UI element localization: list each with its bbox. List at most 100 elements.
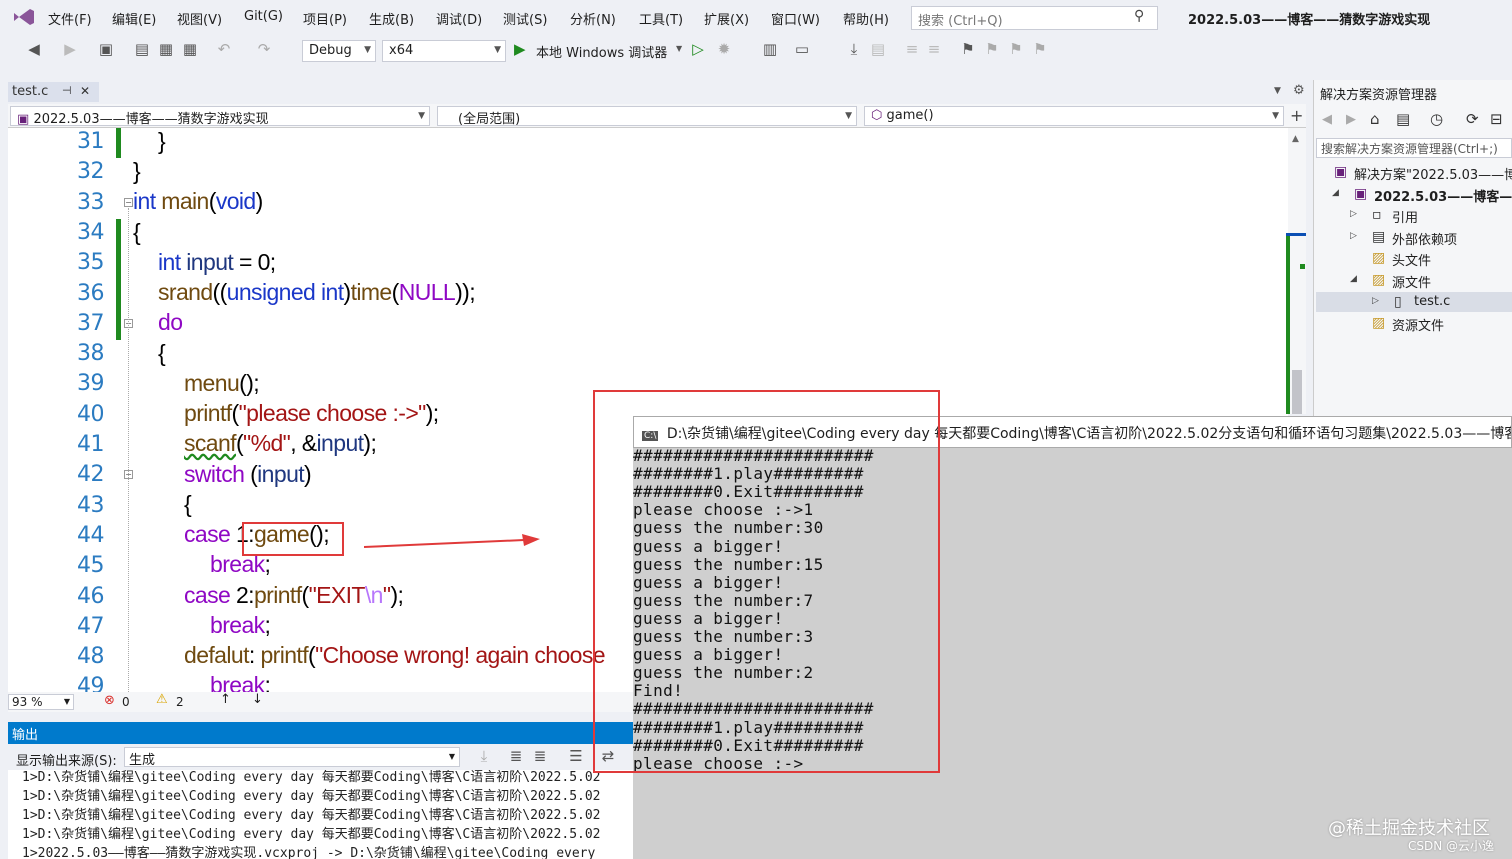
menu-item-8[interactable]: 分析(N): [570, 9, 616, 28]
vs-logo-icon[interactable]: [12, 7, 36, 27]
menu-item-4[interactable]: 项目(P): [303, 9, 347, 28]
chevron-down-icon[interactable]: ▼: [676, 44, 682, 53]
menu-item-10[interactable]: 扩展(X): [704, 9, 749, 28]
clear-all-icon[interactable]: ☰: [566, 747, 586, 765]
folder-view-icon[interactable]: ▥: [760, 40, 780, 58]
scroll-up-icon[interactable]: ▲: [1292, 134, 1299, 144]
tree-references[interactable]: 引用: [1392, 207, 1418, 226]
outdent-icon[interactable]: ≡: [924, 40, 944, 58]
code-line-33: int main(void): [133, 188, 263, 214]
tab-test-c[interactable]: test.c ⊣ ✕: [8, 82, 99, 102]
search-icon[interactable]: ⚲: [1134, 8, 1144, 24]
output-body[interactable]: 1>D:\杂货铺\编程\gitee\Coding every day 每天都要C…: [8, 770, 633, 859]
menu-item-11[interactable]: 窗口(W): [771, 9, 820, 28]
undo-icon[interactable]: ↶: [214, 40, 234, 58]
start-debug-icon[interactable]: ▶: [514, 40, 526, 58]
menu-item-7[interactable]: 测试(S): [503, 9, 547, 28]
hot-reload-icon[interactable]: ✹: [714, 40, 734, 58]
forward-icon[interactable]: ▶: [1346, 112, 1356, 127]
warning-count[interactable]: 2: [176, 695, 184, 709]
editor-status-bar: [8, 692, 633, 712]
menu-item-1[interactable]: 编辑(E): [112, 9, 156, 28]
menu-item-3[interactable]: Git(G): [244, 9, 283, 24]
arrow-up-icon[interactable]: ↑: [220, 692, 231, 707]
open-folder-icon[interactable]: ▤: [132, 40, 152, 58]
prev-bookmark-icon[interactable]: ⚑: [982, 40, 1002, 58]
error-count[interactable]: 0: [122, 695, 130, 709]
format-icon[interactable]: ▤: [868, 40, 888, 58]
pin-icon[interactable]: ⊣: [62, 84, 72, 97]
tree-expander-icon[interactable]: ◢: [1350, 274, 1357, 284]
code-line-46: case 2:printf("EXIT\n");: [184, 582, 404, 608]
search-input[interactable]: 搜索 (Ctrl+Q): [911, 6, 1158, 30]
clear-bookmarks-icon[interactable]: ⚑: [1030, 40, 1050, 58]
collapse-all-icon[interactable]: ⊟: [1490, 110, 1503, 128]
scope-select[interactable]: (全局范围) ▼: [437, 106, 857, 126]
back-icon[interactable]: ◀: [24, 40, 44, 58]
close-icon[interactable]: ✕: [80, 84, 90, 98]
menu-item-9[interactable]: 工具(T): [639, 9, 683, 28]
fold-toggle-icon[interactable]: −: [124, 198, 133, 207]
forward-icon[interactable]: ▶: [60, 40, 80, 58]
window-layout-icon[interactable]: ▭: [792, 40, 812, 58]
refresh-icon[interactable]: ⟳: [1466, 110, 1479, 128]
zoom-select[interactable]: 93 % ▼: [8, 694, 74, 710]
scroll-thumb[interactable]: [1292, 370, 1302, 414]
menu-item-12[interactable]: 帮助(H): [843, 9, 889, 28]
tree-header-files-icon: ▨: [1372, 250, 1386, 266]
change-marker: [116, 219, 121, 340]
tree-header-files[interactable]: 头文件: [1392, 250, 1431, 269]
line-number: 34: [77, 219, 105, 245]
member-select[interactable]: ⬡ game() ▼: [864, 106, 1284, 126]
tree-project[interactable]: 2022.5.03——博客——: [1374, 186, 1512, 205]
switch-view-icon[interactable]: ▤: [1396, 110, 1410, 128]
indent-icon[interactable]: ≡: [902, 40, 922, 58]
output-source-select[interactable]: 生成 ▼: [124, 747, 460, 768]
save-all-icon[interactable]: ▦: [180, 40, 200, 58]
menu-item-0[interactable]: 文件(F): [48, 9, 92, 28]
change-marker: [116, 128, 121, 158]
chevron-down-icon: ▼: [63, 697, 70, 706]
step-icon[interactable]: ⤓: [844, 40, 864, 58]
save-icon[interactable]: ▦: [156, 40, 176, 58]
function-icon: ⬡: [871, 108, 883, 123]
tree-solution[interactable]: 解决方案"2022.5.03——博客: [1354, 164, 1512, 183]
output-title: 输出: [12, 728, 39, 743]
tab-label: test.c: [12, 84, 49, 99]
pending-changes-icon[interactable]: ◷: [1430, 110, 1443, 128]
tree-test-c[interactable]: test.c: [1414, 294, 1450, 309]
tree-expander-icon[interactable]: ◢: [1332, 188, 1339, 198]
menu-item-2[interactable]: 视图(V): [177, 9, 222, 28]
tree-expander-icon[interactable]: ▷: [1372, 296, 1379, 306]
tab-overflow-icon[interactable]: ▼: [1274, 86, 1281, 96]
bookmark-icon[interactable]: ⚑: [958, 40, 978, 58]
project-select[interactable]: ▣ 2022.5.03——博客——猜数字游戏实现 ▼: [10, 106, 430, 126]
solution-search-input[interactable]: 搜索解决方案资源管理器(Ctrl+;): [1316, 138, 1512, 158]
tree-external-deps[interactable]: 外部依赖项: [1392, 229, 1457, 248]
platform-select[interactable]: x64 ▼: [382, 40, 506, 62]
tree-source-files[interactable]: 源文件: [1392, 272, 1431, 291]
menu-item-5[interactable]: 生成(B): [369, 9, 414, 28]
start-without-debug-icon[interactable]: ▷: [688, 40, 708, 58]
gear-icon[interactable]: ⚙: [1293, 83, 1305, 98]
find-message-icon[interactable]: ⤓: [474, 747, 494, 765]
back-icon[interactable]: ◀: [1322, 112, 1332, 127]
start-debug-button[interactable]: 本地 Windows 调试器: [536, 42, 667, 61]
tree-expander-icon[interactable]: ▷: [1350, 231, 1357, 241]
next-message-icon[interactable]: ≣: [530, 747, 550, 765]
warning-icon[interactable]: ⚠: [156, 692, 168, 707]
error-icon[interactable]: ⊗: [104, 693, 115, 708]
split-editor-icon[interactable]: +: [1290, 106, 1303, 125]
prev-message-icon[interactable]: ≣: [506, 747, 526, 765]
tree-expander-icon[interactable]: ▷: [1350, 209, 1357, 219]
new-project-icon[interactable]: ▣: [96, 40, 116, 58]
arrow-down-icon[interactable]: ↓: [252, 692, 263, 707]
configuration-select[interactable]: Debug ▼: [302, 40, 376, 62]
tree-resource-files[interactable]: 资源文件: [1392, 315, 1444, 334]
next-bookmark-icon[interactable]: ⚑: [1006, 40, 1026, 58]
menu-item-6[interactable]: 调试(D): [436, 9, 482, 28]
redo-icon[interactable]: ↷: [254, 40, 274, 58]
home-icon[interactable]: ⌂: [1370, 110, 1380, 128]
output-panel-header[interactable]: 输出: [8, 722, 633, 744]
line-number: 31: [77, 129, 105, 154]
